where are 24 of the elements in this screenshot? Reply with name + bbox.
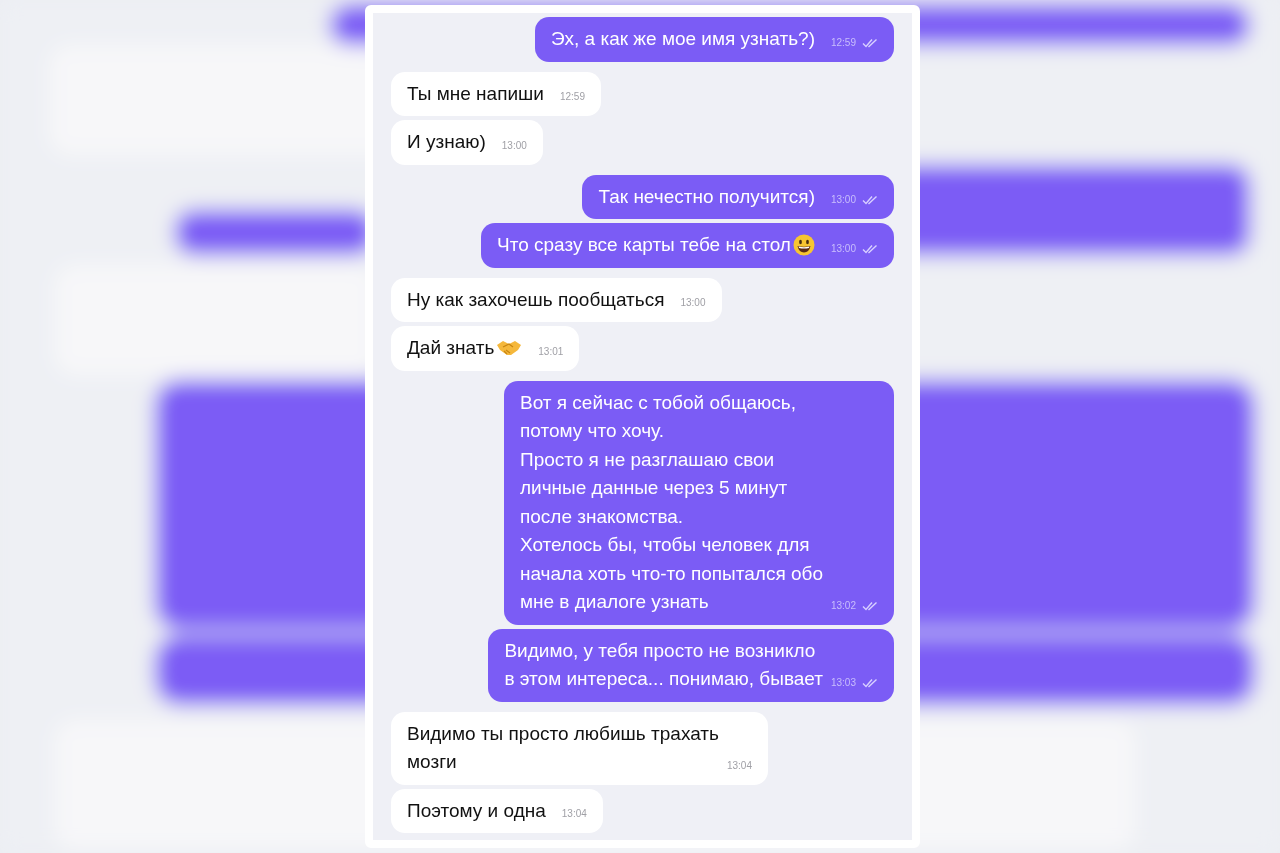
message-text: Эх, а как же мое имя узнать?)	[550, 27, 815, 51]
message-time: 13:02	[830, 599, 856, 612]
message-time: 13:01	[538, 345, 564, 358]
message-time: 13:00	[830, 194, 856, 206]
message-text: Дай знать	[407, 336, 495, 360]
message-text: Так нечестно получится)	[598, 184, 815, 209]
message-text: Ну как захочешь пообщаться	[407, 287, 665, 312]
message-time: 12:59	[830, 36, 856, 49]
message-text: Видимо ты просто любишь трахать мозги	[407, 721, 719, 774]
message-time: 13:00	[501, 139, 527, 152]
message-time: 13:04	[726, 759, 752, 772]
message-time: 13:00	[680, 297, 706, 309]
message-text: Вот я сейчас с тобой общаюсь, потому что хочу. Просто я не разглашаю свои личные данные через 5 минут после знакомства. Хотелось бы, чтобы человек для начала хоть что-то попытался обо мне в диалоге узнать	[519, 390, 823, 614]
message-text: Поэтому и одна	[407, 798, 546, 823]
message-time: 13:00	[830, 242, 856, 255]
message-time: 13:03	[830, 676, 856, 689]
message-text: И узнаю)	[407, 130, 486, 154]
message-time: 13:04	[561, 808, 587, 820]
handshake-emoji-icon	[496, 339, 523, 358]
message-text: Видимо, у тебя просто не возникло в этом интереса... понимаю, бывает	[504, 638, 823, 691]
message-text: Что сразу все карты тебе на стол	[497, 233, 791, 257]
smiley-emoji-icon	[792, 234, 815, 257]
message-text: Ты мне напиши	[407, 81, 544, 106]
message-time: 12:59	[559, 91, 585, 103]
